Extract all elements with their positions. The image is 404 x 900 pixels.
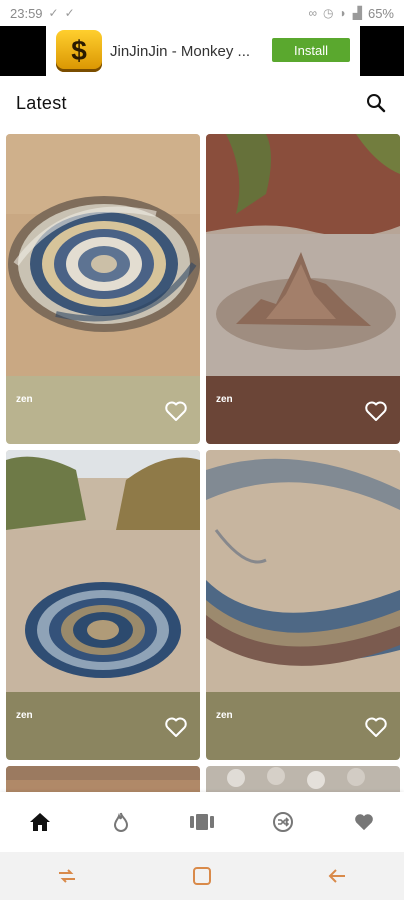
install-button[interactable]: Install xyxy=(272,38,350,62)
heart-icon[interactable] xyxy=(164,400,188,422)
heart-icon[interactable] xyxy=(364,400,388,422)
wallpaper-thumbnail[interactable] xyxy=(6,766,200,794)
wallpaper-grid: zen zen zen zen xyxy=(6,134,400,794)
nav-favorites[interactable] xyxy=(344,802,384,842)
status-bar: 23:59 ✓ ✓ ∞ ◷ ◗ ▟ 65% xyxy=(0,0,404,26)
carousel-icon xyxy=(189,814,214,830)
heart-icon[interactable] xyxy=(164,716,188,738)
wallpaper-card[interactable]: zen xyxy=(206,450,400,760)
wifi-icon: ◗ xyxy=(339,6,347,20)
recent-apps-icon xyxy=(59,869,76,883)
card-caption: zen xyxy=(6,376,200,444)
check-icon: ✓ xyxy=(48,6,59,20)
nav-collections[interactable] xyxy=(182,802,222,842)
wallpaper-card[interactable]: zen xyxy=(6,134,200,444)
wallpaper-thumbnail[interactable] xyxy=(206,450,400,692)
heart-icon[interactable] xyxy=(364,716,388,738)
heart-icon xyxy=(354,814,373,831)
wallpaper-thumbnail[interactable] xyxy=(206,134,400,376)
card-caption: zen xyxy=(6,692,200,760)
home-icon xyxy=(30,813,51,831)
square-home-icon xyxy=(192,867,211,885)
app-logo: $ xyxy=(56,30,102,72)
nav-trending[interactable] xyxy=(101,802,141,842)
ad-banner[interactable]: $ JinJinJin - Monkey ... Install xyxy=(0,26,404,76)
signal-icon: ▟ xyxy=(352,6,362,20)
bottom-nav xyxy=(0,792,404,852)
wallpaper-thumbnail[interactable] xyxy=(6,134,200,376)
search-icon xyxy=(367,94,386,113)
link-icon: ∞ xyxy=(308,6,317,20)
system-nav-bar xyxy=(0,852,404,900)
card-label: zen xyxy=(16,710,33,721)
card-label: zen xyxy=(216,710,233,721)
check-icon: ✓ xyxy=(64,6,75,20)
card-caption: zen xyxy=(206,376,400,444)
wallpaper-card[interactable] xyxy=(6,766,200,794)
search-button[interactable] xyxy=(364,91,388,115)
shuffle-icon xyxy=(272,812,293,832)
home-system-button[interactable] xyxy=(182,856,222,896)
status-time: 23:59 xyxy=(10,5,43,21)
fire-icon xyxy=(114,812,129,832)
card-caption: zen xyxy=(206,692,400,760)
back-button[interactable] xyxy=(317,856,357,896)
card-label: zen xyxy=(216,394,233,405)
ad-title: JinJinJin - Monkey ... xyxy=(110,42,251,60)
wallpaper-card[interactable]: zen xyxy=(6,450,200,760)
wallpaper-thumbnail[interactable] xyxy=(206,766,400,794)
nav-shuffle[interactable] xyxy=(263,802,303,842)
wallpaper-card[interactable] xyxy=(206,766,400,794)
back-arrow-icon xyxy=(328,869,345,883)
page-title: Latest xyxy=(16,92,67,113)
wallpaper-card[interactable]: zen xyxy=(206,134,400,444)
nav-home[interactable] xyxy=(20,802,60,842)
alarm-icon: ◷ xyxy=(323,6,334,20)
recent-apps-button[interactable] xyxy=(47,856,87,896)
wallpaper-thumbnail[interactable] xyxy=(6,450,200,692)
card-label: zen xyxy=(16,394,33,405)
battery-level: 65% xyxy=(367,5,394,21)
header: Latest xyxy=(0,76,404,130)
